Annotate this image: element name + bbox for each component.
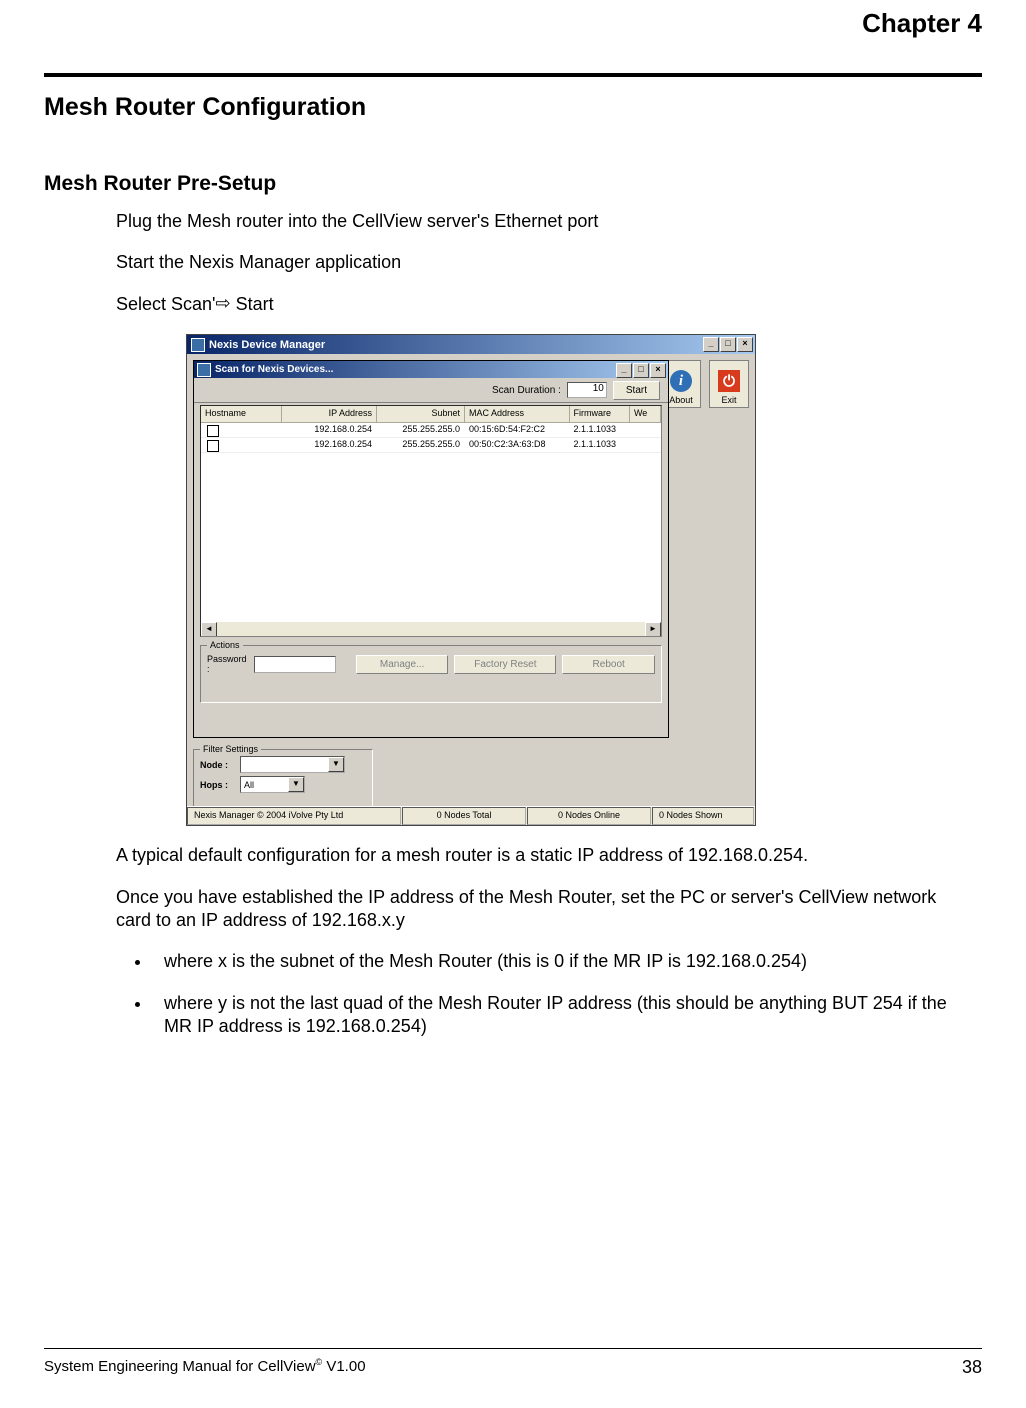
heading-2: Mesh Router Pre-Setup — [44, 172, 982, 196]
page-number: 38 — [962, 1357, 982, 1378]
hops-combo[interactable]: All ▼ — [240, 776, 305, 793]
scroll-left-icon[interactable]: ◄ — [201, 622, 217, 637]
password-label: Password : — [207, 654, 248, 674]
scan-duration-label: Scan Duration : — [492, 385, 561, 396]
status-copyright: Nexis Manager © 2004 iVolve Pty Ltd — [187, 807, 401, 825]
window-titlebar: Nexis Device Manager _ □ × — [187, 335, 755, 354]
node-combo[interactable]: ▼ — [240, 756, 345, 773]
exit-button[interactable]: ⏻ Exit — [709, 360, 749, 408]
minimize-button[interactable]: _ — [616, 363, 632, 378]
cell-mac: 00:15:6D:54:F2:C2 — [465, 423, 570, 437]
footer-text: V1.00 — [322, 1358, 365, 1375]
table-row[interactable]: 192.168.0.254 255.255.255.0 00:15:6D:54:… — [201, 423, 661, 438]
info-icon: i — [670, 370, 692, 392]
arrow-icon: ⇨ — [216, 292, 231, 315]
close-button[interactable]: × — [650, 363, 666, 378]
col-ip[interactable]: IP Address — [282, 406, 377, 422]
reboot-button[interactable]: Reboot — [562, 655, 655, 674]
combo-value: All — [244, 780, 254, 790]
cell-mac: 00:50:C2:3A:63:D8 — [465, 438, 570, 452]
cell-fw: 2.1.1.1033 — [570, 423, 630, 437]
list-item: where y is not the last quad of the Mesh… — [152, 992, 964, 1039]
scroll-right-icon[interactable]: ► — [645, 622, 661, 637]
status-online: 0 Nodes Online — [527, 807, 651, 825]
rule — [44, 73, 982, 77]
manage-button[interactable]: Manage... — [356, 655, 449, 674]
col-we[interactable]: We — [630, 406, 661, 422]
table-row[interactable]: 192.168.0.254 255.255.255.0 00:50:C2:3A:… — [201, 438, 661, 453]
button-label: About — [669, 395, 693, 405]
page-footer: System Engineering Manual for CellView© … — [44, 1348, 982, 1378]
col-hostname[interactable]: Hostname — [201, 406, 282, 422]
window-title: Nexis Device Manager — [209, 339, 325, 351]
text: Select Scan' — [116, 294, 216, 314]
minimize-button[interactable]: _ — [703, 337, 719, 352]
row-checkbox[interactable] — [207, 425, 219, 437]
close-button[interactable]: × — [737, 337, 753, 352]
para: Once you have established the IP address… — [116, 886, 964, 933]
para: Plug the Mesh router into the CellView s… — [116, 210, 964, 233]
power-icon: ⏻ — [718, 370, 740, 392]
text: Start — [231, 294, 274, 314]
heading-1: Mesh Router Configuration — [44, 93, 982, 122]
dialog-title: Scan for Nexis Devices... — [215, 364, 333, 375]
dialog-icon — [197, 363, 211, 377]
scan-duration-input[interactable]: 10 — [567, 382, 607, 398]
chapter-label: Chapter 4 — [44, 8, 982, 39]
app-icon — [191, 338, 205, 352]
filter-group: Filter Settings Node : ▼ Hops : All▼ — [193, 749, 373, 813]
horizontal-scrollbar[interactable]: ◄ ► — [201, 622, 661, 636]
maximize-button[interactable]: □ — [633, 363, 649, 378]
para: Select Scan'⇨ Start — [116, 293, 964, 316]
footer-left: System Engineering Manual for CellView© … — [44, 1357, 366, 1378]
factory-reset-button[interactable]: Factory Reset — [454, 655, 556, 674]
inner-window: Scan for Nexis Devices... _ □ × Scan Dur… — [193, 360, 669, 738]
device-grid: Hostname IP Address Subnet MAC Address F… — [200, 405, 662, 637]
cell-subnet: 255.255.255.0 — [377, 438, 465, 452]
status-bar: Nexis Manager © 2004 iVolve Pty Ltd 0 No… — [187, 806, 755, 825]
chevron-down-icon: ▼ — [288, 777, 304, 792]
status-shown: 0 Nodes Shown — [652, 807, 754, 825]
row-checkbox[interactable] — [207, 440, 219, 452]
col-firmware[interactable]: Firmware — [570, 406, 630, 422]
maximize-button[interactable]: □ — [720, 337, 736, 352]
node-label: Node : — [200, 760, 236, 770]
group-legend: Actions — [207, 640, 243, 650]
cell-subnet: 255.255.255.0 — [377, 423, 465, 437]
cell-fw: 2.1.1.1033 — [570, 438, 630, 452]
button-label: Exit — [721, 395, 736, 405]
actions-group: Actions Password : Manage... Factory Res… — [200, 645, 662, 703]
hops-label: Hops : — [200, 780, 236, 790]
inner-titlebar: Scan for Nexis Devices... _ □ × — [194, 361, 668, 378]
screenshot-figure: Nexis Device Manager _ □ × i About ⏻ Exi… — [186, 334, 756, 826]
group-legend: Filter Settings — [200, 744, 261, 754]
para: A typical default configuration for a me… — [116, 844, 964, 867]
status-total: 0 Nodes Total — [402, 807, 526, 825]
start-button[interactable]: Start — [613, 381, 660, 400]
col-subnet[interactable]: Subnet — [377, 406, 465, 422]
password-input[interactable] — [254, 656, 336, 673]
chevron-down-icon: ▼ — [328, 757, 344, 772]
cell-ip: 192.168.0.254 — [282, 438, 377, 452]
cell-ip: 192.168.0.254 — [282, 423, 377, 437]
list-item: where x is the subnet of the Mesh Router… — [152, 950, 964, 973]
footer-text: System Engineering Manual for CellView — [44, 1358, 316, 1375]
para: Start the Nexis Manager application — [116, 251, 964, 274]
col-mac[interactable]: MAC Address — [465, 406, 570, 422]
